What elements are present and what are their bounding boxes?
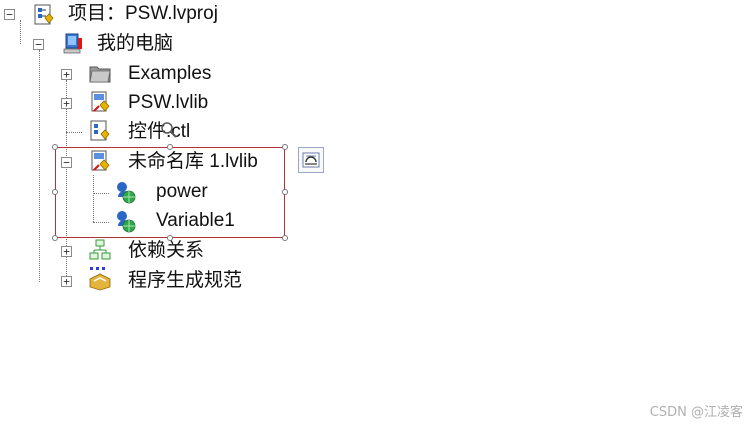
build-specifications-icon (88, 265, 112, 291)
resize-handle[interactable] (52, 189, 58, 195)
expand-toggle[interactable]: + (61, 98, 72, 109)
watermark: CSDN @江凌客 (649, 405, 743, 420)
resize-handle[interactable] (167, 235, 173, 241)
resize-handle[interactable] (282, 235, 288, 241)
expand-toggle[interactable]: + (61, 276, 72, 287)
project-icon (32, 3, 56, 27)
collapse-toggle[interactable]: − (33, 39, 44, 50)
project-tree: − 项目：PSW.lvproj − 我的电脑 + Examples + PSW.… (0, 0, 751, 430)
selection-frame[interactable] (55, 147, 285, 238)
project-label: 项目：PSW.lvproj (68, 3, 218, 24)
project-node[interactable]: 项目：PSW.lvproj (68, 0, 218, 28)
tree-line (39, 50, 40, 282)
collapse-toggle[interactable]: − (4, 9, 15, 20)
resize-handle[interactable] (282, 189, 288, 195)
item-label: Examples (128, 63, 212, 84)
tree-line (20, 20, 21, 44)
tree-item-psw-lvlib[interactable]: PSW.lvlib (128, 89, 208, 117)
resize-handle[interactable] (52, 235, 58, 241)
expand-toggle[interactable]: + (61, 246, 72, 257)
item-label: 依赖关系 (128, 240, 205, 261)
tree-line (66, 132, 82, 133)
mouse-cursor-icon (160, 121, 178, 144)
tree-item-build-specifications[interactable]: 程序生成规范 (128, 267, 242, 295)
resize-handle[interactable] (52, 144, 58, 150)
library-icon (88, 90, 112, 114)
folder-icon (88, 61, 112, 85)
item-label: 程序生成规范 (128, 270, 243, 291)
label-toggle-button[interactable] (298, 147, 324, 173)
label-icon (302, 151, 320, 174)
resize-handle[interactable] (282, 144, 288, 150)
dependencies-icon (88, 238, 112, 262)
tree-item-examples[interactable]: Examples (128, 60, 211, 88)
tree-item-dependencies[interactable]: 依赖关系 (128, 237, 204, 265)
resize-handle[interactable] (167, 144, 173, 150)
item-label: PSW.lvlib (128, 92, 209, 113)
my-computer-node[interactable]: 我的电脑 (97, 30, 173, 58)
control-icon (88, 119, 112, 143)
computer-icon (61, 32, 85, 56)
computer-label: 我的电脑 (97, 33, 174, 54)
expand-toggle[interactable]: + (61, 69, 72, 80)
